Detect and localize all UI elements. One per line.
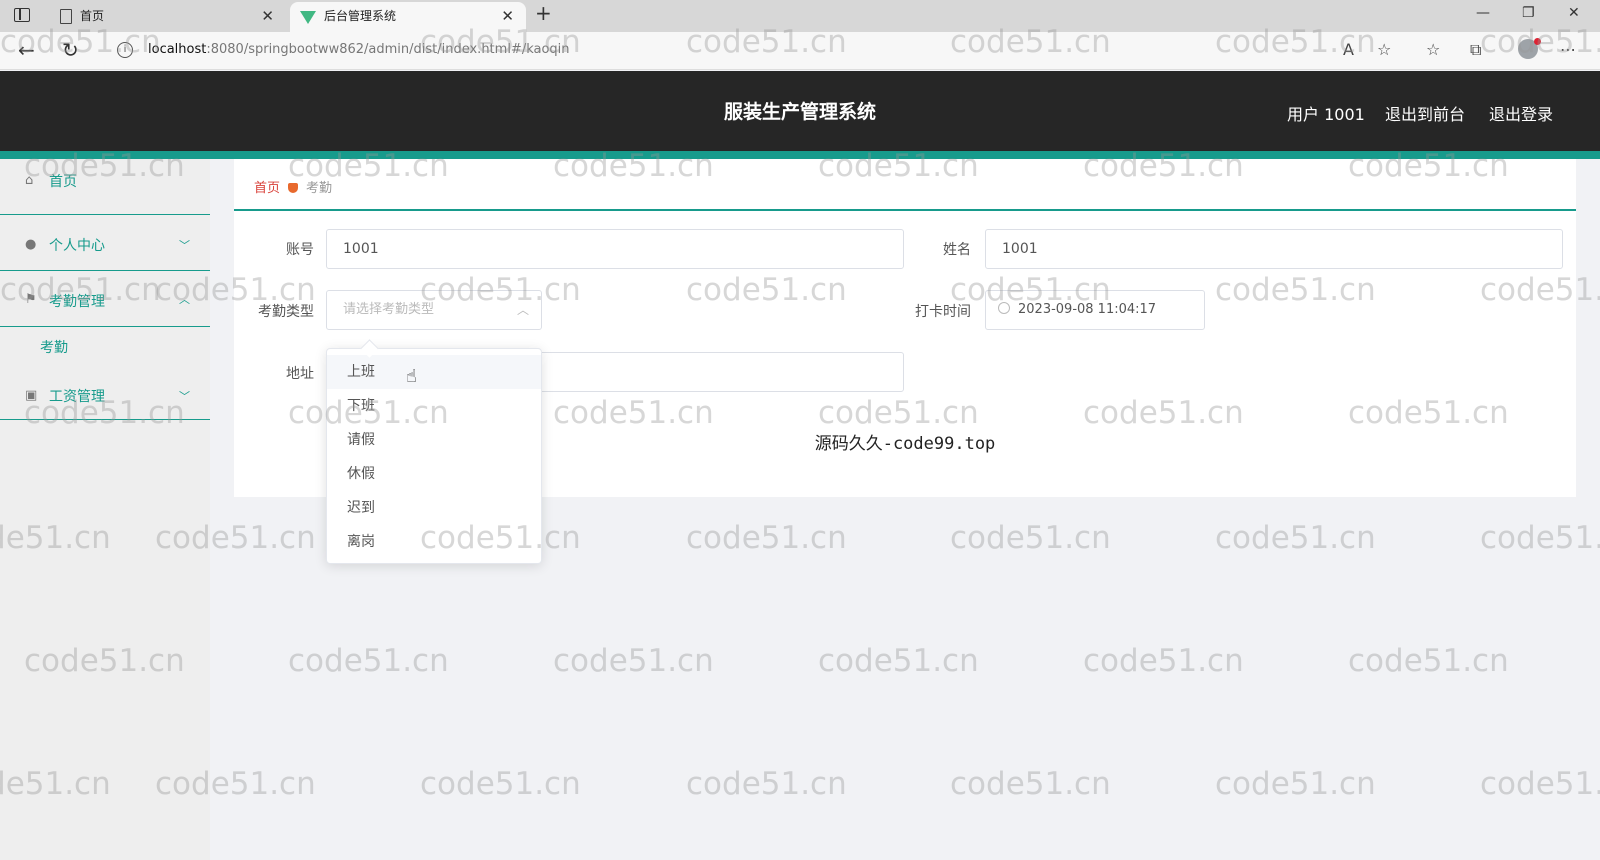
- browser-tab-home[interactable]: 首页 ✕: [46, 2, 286, 32]
- account-field[interactable]: 1001: [326, 229, 904, 269]
- chevron-up-icon: ︿: [179, 293, 190, 306]
- watermark-text: code51.cn: [686, 766, 847, 802]
- page-icon: [60, 9, 72, 24]
- address-bar: ← ↻ i localhost:8080/springbootww862/adm…: [0, 32, 1600, 70]
- watermark-text: code51.cn: [553, 643, 714, 679]
- new-tab-icon[interactable]: +: [535, 1, 552, 25]
- browser-tab-admin[interactable]: 后台管理系统 ✕: [290, 2, 526, 32]
- chevron-down-icon: ﹀: [179, 239, 190, 252]
- breadcrumb-current: 考勤: [306, 181, 333, 196]
- sidebar-item-home[interactable]: ⌂ 首页: [0, 159, 210, 215]
- site-info-icon[interactable]: i: [117, 42, 133, 58]
- favorites-icon[interactable]: ☆: [1426, 40, 1440, 59]
- flag-icon: ⚑: [25, 292, 37, 307]
- clock-in-time-field[interactable]: 2023-09-08 11:04:17: [985, 290, 1205, 330]
- sidebar-item-personal-center[interactable]: ● 个人中心 ﹀: [0, 215, 210, 271]
- dropdown-option[interactable]: 上班: [327, 355, 541, 389]
- user-label: 用户 1001: [1287, 105, 1365, 124]
- sidebar-item-label: 个人中心: [49, 238, 105, 254]
- watermark-text: code51.cn: [1215, 766, 1376, 802]
- sidebar: ⌂ 首页 ● 个人中心 ﹀ ⚑ 考勤管理 ︿ 考勤 ▣ 工资管理 ﹀: [0, 159, 210, 860]
- clock-in-time-value: 2023-09-08 11:04:17: [1018, 302, 1157, 317]
- minimize-icon[interactable]: —: [1476, 5, 1490, 21]
- watermark-text: code51.cn: [288, 643, 449, 679]
- header-accent-strip: [0, 151, 1600, 159]
- clipboard-icon: ▣: [25, 388, 38, 403]
- account-label: 账号: [286, 242, 314, 258]
- collections-icon[interactable]: ⧉: [1470, 40, 1481, 60]
- sidebar-subitem-attendance[interactable]: 考勤: [40, 337, 68, 357]
- tab-actions-icon[interactable]: [14, 8, 30, 22]
- watermark-text: code51.cn: [1348, 643, 1509, 679]
- url-host: localhost: [148, 42, 207, 57]
- app-header: 服装生产管理系统 用户 1001 退出到前台 退出登录: [0, 71, 1600, 151]
- browser-tab-bar: 首页 ✕ 后台管理系统 ✕ + — ❐ ✕: [0, 0, 1600, 32]
- breadcrumb-home[interactable]: 首页: [254, 181, 280, 196]
- clock-in-time-label: 打卡时间: [915, 304, 971, 320]
- restore-icon[interactable]: ❐: [1522, 5, 1535, 21]
- dropdown-option[interactable]: 休假: [327, 457, 541, 491]
- url-field[interactable]: localhost:8080/springbootww862/admin/dis…: [148, 42, 570, 57]
- url-path: :8080/springbootww862/admin/dist/index.h…: [206, 42, 570, 57]
- user-icon: ●: [25, 237, 37, 252]
- window-close-icon[interactable]: ✕: [1568, 5, 1580, 21]
- read-aloud-icon[interactable]: A: [1343, 40, 1354, 59]
- favorite-add-icon[interactable]: ☆: [1377, 40, 1391, 59]
- attendance-type-dropdown: 上班 下班 请假 休假 迟到 离岗: [326, 348, 542, 564]
- select-placeholder: 请选择考勤类型: [343, 302, 435, 317]
- tab-title: 后台管理系统: [324, 9, 397, 23]
- watermark-text: code51.cn: [950, 766, 1111, 802]
- vue-icon: [300, 11, 316, 24]
- clock-icon: [998, 302, 1010, 314]
- sidebar-item-label: 工资管理: [49, 389, 105, 405]
- sidebar-item-label: 首页: [49, 174, 77, 190]
- dropdown-option[interactable]: 请假: [327, 423, 541, 457]
- dropdown-option[interactable]: 下班: [327, 389, 541, 423]
- watermark-text: code51.cn: [1215, 520, 1376, 556]
- name-label: 姓名: [943, 242, 971, 258]
- breadcrumb: 首页 考勤: [254, 177, 332, 196]
- hand-cursor-icon: ☝: [406, 366, 417, 387]
- tab-title: 首页: [80, 9, 105, 23]
- name-field[interactable]: 1001: [985, 229, 1563, 269]
- watermark-text: code51.cn: [1480, 766, 1600, 802]
- sidebar-item-label: 考勤管理: [49, 294, 105, 310]
- logout-link[interactable]: 退出登录: [1489, 101, 1553, 125]
- dropdown-option[interactable]: 离岗: [327, 525, 541, 559]
- close-icon[interactable]: ✕: [501, 2, 514, 30]
- watermark-text: code51.cn: [1480, 520, 1600, 556]
- back-icon[interactable]: ←: [18, 38, 35, 62]
- more-icon[interactable]: ⋯: [1560, 40, 1576, 59]
- sidebar-item-attendance[interactable]: ⚑ 考勤管理 ︿: [0, 271, 210, 327]
- refresh-icon[interactable]: ↻: [62, 38, 79, 62]
- chevron-down-icon: ﹀: [179, 390, 190, 403]
- watermark-text: code51.cn: [420, 766, 581, 802]
- chevron-up-icon: ︿: [516, 303, 529, 317]
- address-label: 地址: [286, 366, 314, 382]
- close-icon[interactable]: ✕: [261, 2, 274, 30]
- exit-to-front-link[interactable]: 退出到前台: [1385, 101, 1465, 125]
- attendance-type-select[interactable]: 请选择考勤类型 ︿: [326, 290, 542, 330]
- watermark-text: code51.cn: [1083, 643, 1244, 679]
- breadcrumb-divider: [234, 209, 1576, 211]
- watermark-text: code51.cn: [950, 520, 1111, 556]
- attendance-type-label: 考勤类型: [258, 304, 314, 320]
- watermark-text: code51.cn: [818, 643, 979, 679]
- sidebar-item-salary[interactable]: ▣ 工资管理 ﹀: [0, 364, 210, 420]
- dropdown-option[interactable]: 迟到: [327, 491, 541, 525]
- breadcrumb-separator-icon: [288, 183, 299, 193]
- home-icon: ⌂: [25, 173, 34, 188]
- watermark-text: code51.cn: [686, 520, 847, 556]
- profile-avatar-icon[interactable]: [1518, 38, 1541, 59]
